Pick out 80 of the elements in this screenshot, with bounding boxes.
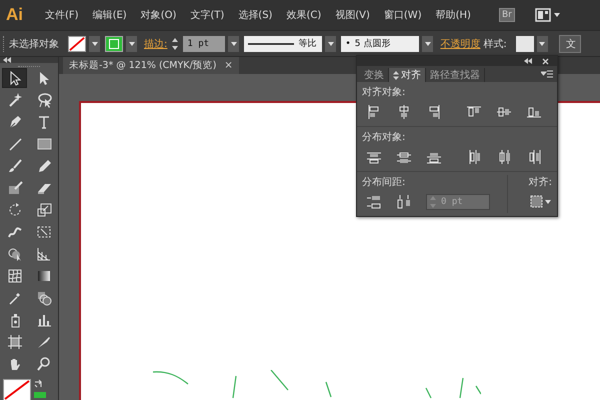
brush-label: 5 点圆形 — [354, 38, 390, 50]
lasso-icon — [36, 92, 52, 108]
grip-handle[interactable] — [18, 66, 40, 67]
menu-item[interactable]: 对象(O) — [134, 8, 182, 22]
menu-item[interactable]: 效果(C) — [280, 8, 328, 22]
none-slash-icon — [69, 36, 85, 52]
rectangle-icon — [36, 136, 52, 152]
spinner-icon — [429, 195, 437, 209]
swap-arrows-icon[interactable] — [34, 379, 44, 389]
layout-icon — [534, 8, 551, 22]
panel-tab[interactable]: 对齐 — [389, 68, 426, 82]
line-icon — [6, 136, 22, 152]
blend-icon — [36, 290, 52, 306]
menu-item[interactable]: 帮助(H) — [430, 8, 477, 22]
bar-graph-icon — [36, 312, 52, 328]
dropdown-button[interactable] — [536, 36, 548, 52]
stroke-line-icon — [248, 42, 294, 46]
dropdown-button[interactable] — [89, 36, 100, 52]
brush-field[interactable]: • 5 点圆形 — [341, 36, 420, 52]
menu-item[interactable]: 视图(V) — [329, 8, 376, 22]
document-setup-button[interactable]: 文 — [558, 34, 581, 52]
document-tab[interactable]: 未标题-3* @ 121% (CMYK/预览) × — [63, 57, 239, 74]
rotate-icon — [6, 202, 22, 218]
dropdown-button[interactable] — [325, 36, 336, 52]
menu-item[interactable]: 文件(F) — [39, 8, 85, 22]
style-swatch[interactable] — [516, 36, 534, 52]
panel-menu-icon[interactable] — [541, 70, 553, 78]
stroke-link[interactable]: 描边: — [144, 36, 168, 50]
dropdown-button[interactable] — [422, 36, 434, 52]
free-transform-icon — [36, 224, 52, 240]
stroke-swatch[interactable] — [105, 36, 123, 52]
dropdown-button[interactable] — [126, 36, 137, 52]
close-icon[interactable] — [542, 58, 549, 64]
app-logo: Ai — [6, 5, 23, 25]
magic-wand-icon — [6, 92, 22, 108]
align-to-button[interactable] — [530, 195, 552, 209]
style-label: 样式: — [483, 38, 507, 50]
tool-button[interactable] — [2, 68, 27, 88]
menu-item[interactable]: 选择(S) — [232, 8, 278, 22]
menu-item[interactable]: 文字(T) — [184, 8, 230, 22]
spacing-icon — [396, 194, 412, 210]
spacing-icon — [366, 194, 382, 210]
selection-status: 未选择对象 — [9, 38, 59, 50]
section-label: 分布间距: — [362, 176, 406, 189]
section-label: 对齐对象: — [362, 86, 406, 99]
grip-handle[interactable] — [3, 36, 6, 52]
zoom-icon — [36, 356, 52, 372]
menu-item[interactable]: 窗口(W) — [378, 8, 428, 22]
fill-swatch[interactable] — [3, 379, 31, 400]
gradient-icon — [36, 268, 52, 284]
stroke-weight-field[interactable]: 1 pt — [183, 36, 226, 52]
menu-item[interactable]: 编辑(E) — [86, 8, 133, 22]
stroke-profile-label: 等比 — [298, 38, 316, 50]
distribute-spacing-button[interactable] — [366, 194, 382, 210]
paintbrush-icon — [6, 158, 22, 174]
align-to-icon — [530, 195, 552, 209]
close-button[interactable]: × — [224, 60, 233, 71]
eyedropper-icon — [6, 290, 22, 306]
brush-bullet: • — [345, 38, 351, 48]
mesh-icon — [6, 268, 22, 284]
scale-icon — [36, 202, 52, 218]
section-label: 分布对象: — [362, 130, 406, 144]
dropdown-button[interactable] — [228, 36, 240, 52]
artboard-icon — [6, 334, 22, 350]
updown-icon — [393, 70, 399, 80]
stroke-profile-field[interactable]: 等比 — [244, 36, 322, 52]
opacity-link[interactable]: 不透明度 — [440, 36, 480, 50]
stroke-swatch[interactable] — [34, 392, 46, 398]
section-label: 对齐: — [528, 176, 552, 189]
shape-builder-icon — [6, 246, 22, 262]
stroke-square-icon — [109, 38, 119, 48]
perspective-grid-icon — [36, 246, 52, 262]
blob-brush-icon — [6, 180, 22, 196]
fill-swatch[interactable] — [68, 36, 86, 52]
none-slash-icon — [4, 380, 30, 400]
panel-tab[interactable]: 路径查找器 — [426, 68, 485, 82]
distribute-spacing-button[interactable] — [396, 194, 412, 210]
workspace-button[interactable] — [534, 8, 562, 22]
document-title: 未标题-3* @ 121% (CMYK/预览) — [69, 59, 216, 72]
bridge-button[interactable]: Br — [498, 8, 515, 22]
